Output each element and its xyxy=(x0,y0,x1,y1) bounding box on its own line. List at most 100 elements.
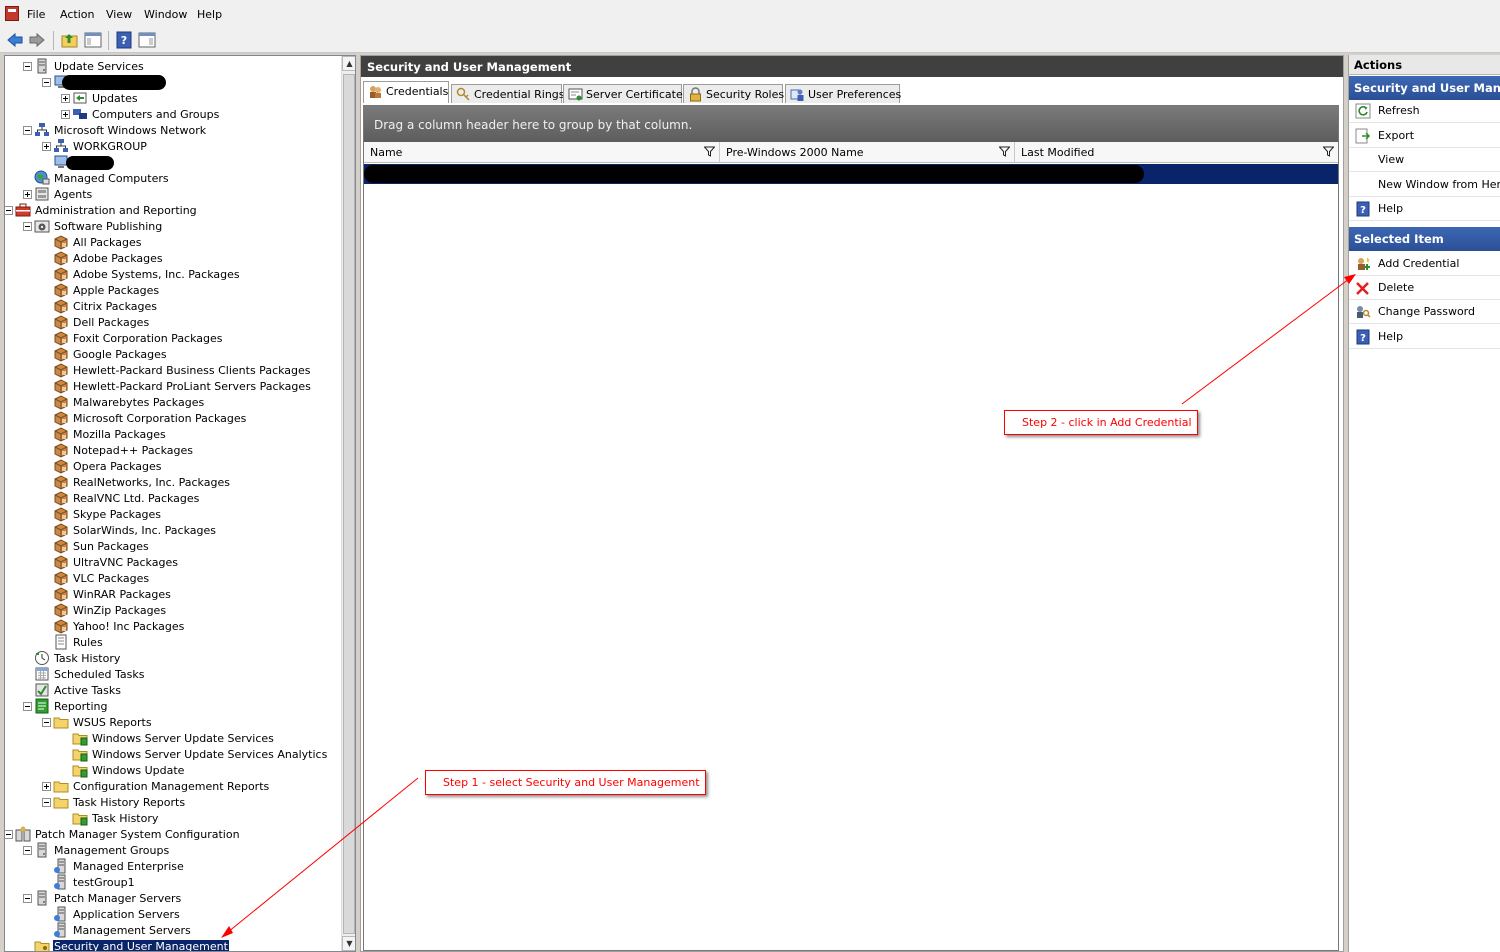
package-icon xyxy=(53,378,69,394)
tree-item-label: Adobe Packages xyxy=(73,252,163,265)
action-view[interactable]: View xyxy=(1349,148,1500,172)
action-export[interactable]: Export xyxy=(1349,124,1500,148)
report-folder-icon xyxy=(72,730,88,746)
filter-icon[interactable] xyxy=(704,146,715,157)
tab-security-roles[interactable]: Security Roles xyxy=(683,84,784,103)
action-delete[interactable]: Delete xyxy=(1349,276,1500,300)
computers-icon xyxy=(72,106,88,122)
action-label: Change Password xyxy=(1378,305,1475,318)
up-folder-icon[interactable] xyxy=(61,31,79,49)
tab-credential-rings[interactable]: Credential Rings xyxy=(451,84,565,103)
package-icon xyxy=(53,602,69,618)
tab-server-certificates[interactable]: Server Certificates xyxy=(563,84,688,103)
toolbar: ? xyxy=(0,28,1500,53)
menu-file[interactable]: File xyxy=(27,8,45,21)
table-row[interactable] xyxy=(364,164,1338,184)
package-icon xyxy=(53,490,69,506)
workgroup-icon xyxy=(53,138,69,154)
app-servers-icon xyxy=(53,906,69,922)
tree-item-label: Managed Computers xyxy=(54,172,169,185)
column-label: Name xyxy=(370,146,403,159)
help-icon[interactable]: ? xyxy=(115,31,133,49)
collapse-icon[interactable] xyxy=(5,830,13,839)
tree-item-label: Adobe Systems, Inc. Packages xyxy=(73,268,240,281)
user-preferences-icon xyxy=(790,89,804,101)
tab-strip: Credentials Credential Rings Server Cert… xyxy=(363,81,1341,103)
collapse-icon[interactable] xyxy=(23,702,32,711)
menu-view[interactable]: View xyxy=(106,8,132,21)
collapse-icon[interactable] xyxy=(42,718,51,727)
expand-icon[interactable] xyxy=(23,190,32,199)
back-arrow-icon[interactable] xyxy=(6,31,24,49)
actions-section-selected-item[interactable]: Selected Item xyxy=(1349,227,1500,251)
filter-icon[interactable] xyxy=(1323,146,1334,157)
show-hide-tree-icon[interactable] xyxy=(84,31,102,49)
enterprise-icon xyxy=(53,858,69,874)
collapse-icon[interactable] xyxy=(5,206,13,215)
tree-item-label: SolarWinds, Inc. Packages xyxy=(73,524,216,537)
menu-action[interactable]: Action xyxy=(60,8,94,21)
action-label: View xyxy=(1378,153,1405,166)
column-header-last-modified[interactable]: Last Modified xyxy=(1015,142,1338,163)
forward-arrow-icon[interactable] xyxy=(28,31,46,49)
tree-item-label: Active Tasks xyxy=(54,684,121,697)
actions-section-security-and-user-management[interactable]: Security and User Management xyxy=(1349,76,1500,100)
collapse-icon[interactable] xyxy=(23,894,32,903)
tree-item-label: testGroup1 xyxy=(73,876,135,889)
expand-icon[interactable] xyxy=(42,782,51,791)
action-new-window-from-here[interactable]: New Window from Here xyxy=(1349,173,1500,197)
tree-item-label: Dell Packages xyxy=(73,316,150,329)
tree-item-label: Windows Server Update Services Analytics xyxy=(92,748,328,761)
expand-icon[interactable] xyxy=(42,142,51,151)
action-help[interactable]: ? Help xyxy=(1349,325,1500,349)
scroll-thumb[interactable] xyxy=(343,74,355,934)
collapse-icon[interactable] xyxy=(23,126,32,135)
column-header-name[interactable]: Name xyxy=(364,142,720,163)
scroll-up-arrow-icon[interactable]: ▲ xyxy=(342,56,355,71)
tab-label: Credentials xyxy=(386,85,449,98)
tree-item-label: VLC Packages xyxy=(73,572,150,585)
expand-icon[interactable] xyxy=(61,94,70,103)
scroll-down-arrow-icon[interactable]: ▼ xyxy=(342,936,355,951)
package-icon xyxy=(53,394,69,410)
tree-item-label: RealNetworks, Inc. Packages xyxy=(73,476,230,489)
tree-item-label: Windows Update xyxy=(92,764,185,777)
action-add-credential[interactable]: Add Credential xyxy=(1349,252,1500,276)
tree-item-label: Management Groups xyxy=(54,844,170,857)
action-change-password[interactable]: Change Password xyxy=(1349,300,1500,324)
tab-user-preferences[interactable]: User Preferences xyxy=(785,84,901,103)
menu-help[interactable]: Help xyxy=(197,8,222,21)
package-icon xyxy=(53,538,69,554)
package-icon xyxy=(53,234,69,250)
column-header-pre-windows-2000-name[interactable]: Pre-Windows 2000 Name xyxy=(720,142,1015,163)
report-folder-icon xyxy=(72,746,88,762)
collapse-icon[interactable] xyxy=(23,222,32,231)
security-folder-icon xyxy=(34,938,50,951)
menu-window[interactable]: Window xyxy=(144,8,187,21)
action-pane-icon[interactable] xyxy=(138,31,156,49)
collapse-icon[interactable] xyxy=(42,78,51,87)
actions-title[interactable]: Actions xyxy=(1349,55,1500,75)
refresh-icon xyxy=(1355,103,1371,119)
action-refresh[interactable]: Refresh xyxy=(1349,99,1500,123)
globe-computers-icon xyxy=(34,170,50,186)
collapse-icon[interactable] xyxy=(23,62,32,71)
credentials-icon xyxy=(370,86,381,98)
actions-pane: ActionsSecurity and User Management Refre… xyxy=(1348,55,1500,952)
add-credential-icon xyxy=(1355,256,1370,271)
collapse-icon[interactable] xyxy=(23,846,32,855)
collapse-icon[interactable] xyxy=(42,798,51,807)
group-icon xyxy=(53,874,69,890)
tree-item-label: WinRAR Packages xyxy=(73,588,171,601)
tab-credentials[interactable]: Credentials xyxy=(363,81,449,103)
package-icon xyxy=(53,362,69,378)
report-folder-icon xyxy=(72,810,88,826)
action-help[interactable]: ? Help xyxy=(1349,197,1500,221)
tree-scrollbar[interactable]: ▲ ▼ xyxy=(341,56,355,951)
filter-icon[interactable] xyxy=(999,146,1010,157)
group-by-panel[interactable]: Drag a column header here to group by th… xyxy=(364,106,1338,142)
expand-icon[interactable] xyxy=(61,110,70,119)
tree-item-label: WORKGROUP xyxy=(73,140,147,153)
console-tree[interactable]: Update Services Updates Computers and Grou… xyxy=(4,55,356,952)
mgmt-servers-icon xyxy=(53,922,69,938)
